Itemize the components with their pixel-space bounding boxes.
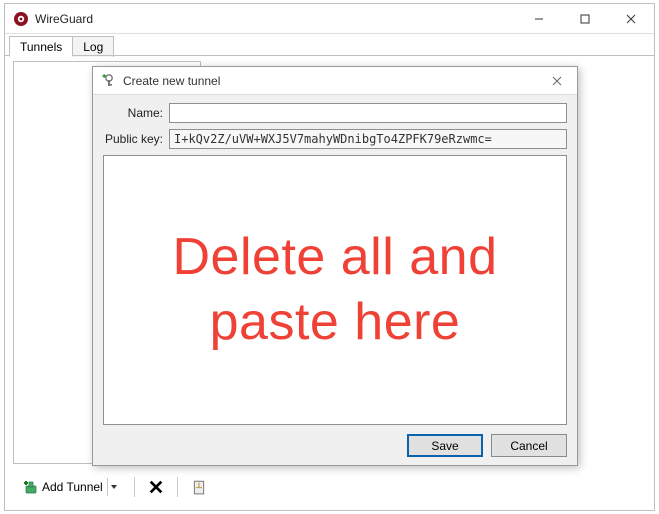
- dialog-icon: [101, 73, 117, 89]
- dialog-button-row: Save Cancel: [407, 434, 567, 457]
- dialog-close-button[interactable]: [537, 67, 577, 95]
- name-label: Name:: [103, 106, 169, 120]
- titlebar: WireGuard: [5, 4, 654, 34]
- overlay-line-2: paste here: [210, 293, 461, 351]
- create-tunnel-dialog: Create new tunnel Name: Public key: I+kQ…: [92, 66, 578, 466]
- toolbar-separator: [177, 477, 178, 497]
- window-minimize-button[interactable]: [516, 4, 562, 34]
- delete-tunnel-button[interactable]: [141, 474, 171, 500]
- publickey-row: Public key: I+kQv2Z/uVW+WXJ5V7mahyWDnibg…: [103, 129, 567, 149]
- main-window: WireGuard Tunnels Log: [4, 3, 655, 511]
- save-button-label: Save: [431, 439, 458, 453]
- publickey-label: Public key:: [103, 132, 169, 146]
- dialog-titlebar: Create new tunnel: [93, 67, 577, 95]
- delete-icon: [148, 479, 164, 495]
- overlay-line-1: Delete all and: [173, 228, 498, 286]
- tab-tunnels[interactable]: Tunnels: [9, 36, 73, 57]
- add-tunnel-icon: [22, 479, 38, 495]
- save-button[interactable]: Save: [407, 434, 483, 457]
- export-tunnel-button[interactable]: [184, 474, 214, 500]
- add-tunnel-button[interactable]: Add Tunnel: [15, 474, 128, 500]
- cancel-button[interactable]: Cancel: [491, 434, 567, 457]
- window-maximize-button[interactable]: [562, 4, 608, 34]
- export-icon: [191, 479, 207, 495]
- window-close-button[interactable]: [608, 4, 654, 34]
- name-input[interactable]: [169, 103, 567, 123]
- tabs: Tunnels Log: [5, 34, 654, 56]
- tab-log[interactable]: Log: [72, 36, 114, 57]
- app-icon: [13, 11, 29, 27]
- config-textarea[interactable]: Delete all and paste here: [103, 155, 567, 425]
- add-tunnel-dropdown[interactable]: [107, 478, 121, 496]
- tab-label: Tunnels: [20, 40, 62, 54]
- name-row: Name:: [103, 103, 567, 123]
- add-tunnel-label: Add Tunnel: [42, 480, 103, 494]
- dialog-title: Create new tunnel: [123, 74, 220, 88]
- publickey-display: I+kQv2Z/uVW+WXJ5V7mahyWDnibgTo4ZPFK79eRz…: [169, 129, 567, 149]
- tab-label: Log: [83, 40, 103, 54]
- bottom-toolbar: Add Tunnel: [15, 474, 214, 500]
- dialog-body: Name: Public key: I+kQv2Z/uVW+WXJ5V7mahy…: [103, 103, 567, 425]
- toolbar-separator: [134, 477, 135, 497]
- app-title: WireGuard: [35, 12, 93, 26]
- cancel-button-label: Cancel: [510, 439, 547, 453]
- instruction-overlay: Delete all and paste here: [104, 225, 566, 355]
